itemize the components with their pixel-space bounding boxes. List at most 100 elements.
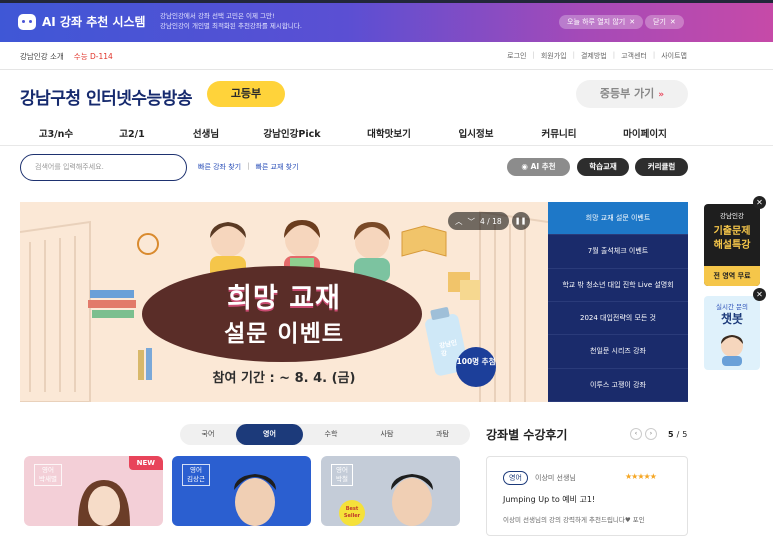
ai-recommend-button[interactable]: ◉ AI 추천 [507,158,570,176]
search-input[interactable]: 검색어를 입력해주세요. [20,154,187,181]
chevron-down-icon[interactable]: ﹀ [468,216,476,227]
payment-link[interactable]: 결제방법 [581,51,607,61]
tab-english[interactable]: 영어 [236,424,303,445]
best-seller-badge: Best Seller [339,500,365,526]
side-ad-brand: 강남인강 [720,212,744,220]
main-navigation: 고3/n수 고2/1 선생님 강남인강Pick 대학맛보기 입시정보 커뮤니티 … [0,120,773,146]
slide-list-item[interactable]: 이투스 고쟁이 강좌 [548,369,688,402]
chevron-right-icon[interactable]: › [645,428,657,440]
banner-top-stripe [0,0,773,3]
review-teacher: 이상미 선생님 [535,474,576,482]
utility-links: 로그인 | 회원가입 | 결제방법 | 고객센터 | 사이트맵 [507,51,687,61]
review-card[interactable]: 영어 이상미 선생님 ★★★★★ Jumping Up to 예비 고1! 이상… [486,456,688,536]
teacher-subject: 영어 [336,466,348,474]
nav-item-teachers[interactable]: 선생님 [193,126,219,140]
slide-list-item[interactable]: 희망 교재 설문 이벤트 [548,202,688,236]
signup-link[interactable]: 회원가입 [541,51,567,61]
review-subject-tag: 영어 [503,471,528,485]
slide-counter: 4 / 18 [480,216,502,226]
double-chevron-right-icon: » [658,90,665,100]
side-ad-title2: 해설특강 [713,240,751,251]
close-banner-label: 닫기 [653,18,666,26]
review-page-total: 5 [682,429,688,439]
divider: | [247,162,250,170]
teacher-subject: 영어 [189,466,202,474]
ai-recommend-label: AI 추천 [530,162,556,171]
chevron-up-icon[interactable]: ︿ [455,216,463,227]
review-stars: ★★★★★ [625,472,657,481]
teacher-card[interactable]: 영어 박새별 NEW [24,456,163,526]
nav-item-community[interactable]: 커뮤니티 [542,126,577,140]
utility-left: 강남인강 소개 수능 D-114 [20,51,113,62]
curriculum-button[interactable]: 커리큘럼 [635,158,688,176]
quick-book-link[interactable]: 빠른 교재 찾기 [255,162,298,172]
slide-list-item[interactable]: 7월 출석체크 이벤트 [548,235,688,269]
textbook-button[interactable]: 학습교재 [577,158,629,176]
teacher-name: 박새별 [39,475,57,483]
teacher-tag: 영어 김상근 [182,464,210,486]
tab-social[interactable]: 사탐 [359,424,415,445]
robot-icon [18,13,36,30]
tab-korean[interactable]: 국어 [180,424,236,445]
tab-science[interactable]: 과탐 [415,424,470,445]
hero-banner[interactable]: ︿ ﹀ 4 / 18 ❚❚ 희망 교재 설문 이벤트 참여 기간 : ~ 8. … [20,202,548,402]
hero-title-line1: 희망 교재 [227,283,341,314]
divider: | [652,51,656,59]
hide-today-label: 오늘 하루 열지 않기 [567,18,626,26]
slide-list-item[interactable]: 천일문 시리즈 강좌 [548,335,688,369]
customer-center-link[interactable]: 고객센터 [621,51,647,61]
teacher-card[interactable]: 영어 박철 Best Seller [321,456,460,526]
side-ad-chatbot[interactable]: 실시간 문의 챗봇 [704,296,760,370]
slide-list-item[interactable]: 학교 밖 청소년 대입 진학 Live 설명회 [548,269,688,302]
divider: | [612,51,616,59]
hide-today-button[interactable]: 오늘 하루 열지 않기 ✕ [559,15,644,29]
chatbot-character-icon [721,335,743,366]
sitemap-link[interactable]: 사이트맵 [661,51,687,61]
side-ad-sub: 전 영역 무료 [704,266,760,286]
pause-icon[interactable]: ❚❚ [511,212,530,230]
nav-item-mypage[interactable]: 마이페이지 [623,126,667,140]
teacher-photo [78,480,130,526]
teacher-name: 김상근 [187,475,205,483]
divider: | [532,51,535,59]
side-ad-title1: 기출문제 [713,226,751,237]
quick-course-link[interactable]: 빠른 강좌 찾기 [198,162,241,172]
slide-list-item[interactable]: 2024 대입전략의 모든 것 [548,302,688,336]
nav-item-grade2-1[interactable]: 고2/1 [119,126,144,140]
reviews-pager: ‹ › 5 / 5 [630,428,687,440]
grade-badge[interactable]: 고등부 [207,81,285,107]
close-banner-button[interactable]: 닫기 ✕ [645,15,684,29]
ai-banner-description: 강남인강에서 강좌 선택 고민은 이제 그만! 강남인강이 개인별 최적화된 추… [160,11,302,31]
slide-list: 희망 교재 설문 이벤트 7월 출석체크 이벤트 학교 밖 청소년 대입 진학 … [548,202,688,402]
site-header: 강남구청 인터넷수능방송 고등부 중등부 가기» [0,70,773,120]
slide-nav[interactable]: ︿ ﹀ 4 / 18 [448,212,509,230]
site-logo[interactable]: 강남구청 인터넷수능방송 [20,84,192,109]
quick-links: 빠른 강좌 찾기 | 빠른 교재 찾기 [198,162,299,172]
teacher-card[interactable]: 영어 김상근 [172,456,311,526]
teacher-name: 박철 [336,475,348,483]
teacher-tag: 영어 박철 [331,464,353,486]
middle-school-button[interactable]: 중등부 가기» [576,80,688,108]
ai-banner-desc-line2: 강남인강이 개인별 최적화된 추천강좌를 제시합니다. [160,22,302,30]
exam-dday: 수능 D-114 [73,52,113,61]
ai-banner-title: AI 강좌 추천 시스템 [42,15,146,29]
ai-recommend-banner[interactable]: AI 강좌 추천 시스템 강남인강에서 강좌 선택 고민은 이제 그만! 강남인… [0,0,773,42]
close-side-ad-icon[interactable]: ✕ [753,196,766,209]
side-ad-exam-lecture[interactable]: 강남인강 기출문제 해설특강 전 영역 무료 [704,204,760,286]
login-link[interactable]: 로그인 [507,51,526,61]
new-badge: NEW [128,456,163,470]
tab-math[interactable]: 수학 [303,424,359,445]
chevron-left-icon[interactable]: ‹ [630,428,642,440]
nav-item-univ-preview[interactable]: 대학맛보기 [367,126,411,140]
teacher-tag: 영어 박새별 [34,464,62,486]
close-icon: ✕ [629,18,636,26]
ai-banner-desc-line1: 강남인강에서 강좌 선택 고민은 이제 그만! [160,12,275,20]
ai-banner-logo: AI 강좌 추천 시스템 [18,13,146,30]
about-link[interactable]: 강남인강 소개 [20,51,64,62]
nav-item-pick[interactable]: 강남인강Pick [263,126,320,140]
subject-tabs: 국어 영어 수학 사탐 과탐 [180,424,470,445]
nav-item-admission[interactable]: 입시정보 [459,126,494,140]
nav-item-grade3[interactable]: 고3/n수 [39,126,73,140]
close-chatbot-icon[interactable]: ✕ [753,288,766,301]
review-page-separator: / [676,429,680,439]
